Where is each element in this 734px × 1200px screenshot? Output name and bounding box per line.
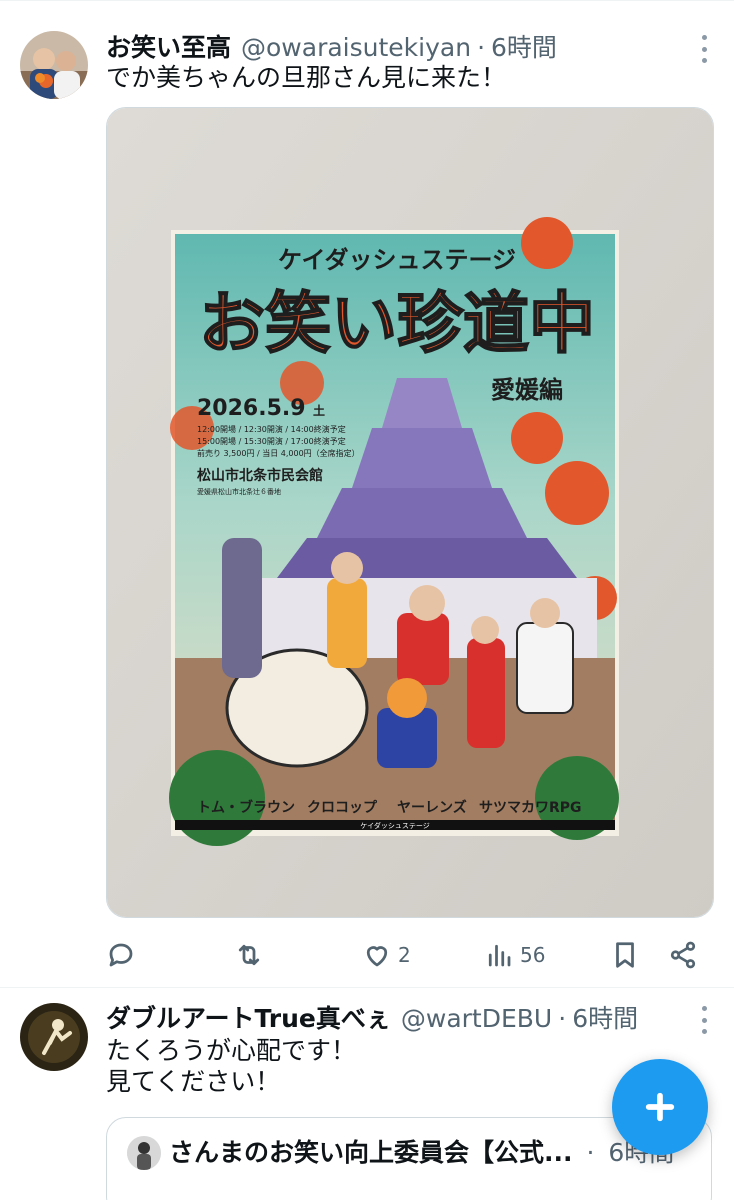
poster-address: 愛媛県松山市北条辻６番地 [197,487,281,496]
poster-edition: 愛媛編 [491,375,563,404]
timestamp[interactable]: 6時間 [491,28,557,64]
tweet-text-line: たくろうが心配です！ [106,1036,357,1065]
quote-avatar [127,1136,161,1170]
views-button[interactable]: 56 [484,935,545,975]
tweet-text: でか美ちゃんの旦那さん見に来た！ [106,63,507,92]
poster-date: 2026.5.9 [197,396,306,421]
timestamp[interactable]: 6時間 [572,999,638,1035]
like-count: 2 [398,943,411,967]
reply-icon [109,943,133,967]
poster-venue: 松山市北条市民会館 [197,467,323,484]
tweet-text: たくろうが心配です！ 見てください！ [106,1035,704,1097]
tweet-media-image[interactable]: ケイダッシュステージ お笑い珍道中 愛媛編 2026.5.9 土 12:00開場… [106,107,714,918]
bookmark-button[interactable] [610,935,640,975]
retweet-icon [238,944,260,966]
poster-weekday: 土 [313,403,325,418]
compose-button[interactable] [612,1059,708,1155]
view-count: 56 [520,943,546,967]
quote-header: さんまのお笑い向上委員会【公式... · 6時間 [169,1136,699,1170]
views-icon [488,944,511,967]
like-button[interactable]: 2 [362,935,411,975]
share-icon [670,941,696,969]
poster-footer: ケイダッシュステージ [360,821,429,830]
author-name[interactable]: お笑い至高 [106,28,231,64]
compose-plus-icon [645,1092,675,1122]
tweet-header: お笑い至高 @owaraisutekiyan · 6時間 [106,28,674,64]
avatar-image [20,31,88,99]
author-handle[interactable]: @wartDEBU [401,1004,552,1033]
poster-performer: サツマカワRPG [479,800,582,816]
share-button[interactable] [668,935,698,975]
like-icon [366,946,388,967]
separator-dot: · [586,1138,595,1167]
avatar[interactable] [20,31,88,99]
poster-show2: 15:00開場 / 15:30開演 / 17:00終演予定 [197,436,346,446]
poster-title: お笑い珍道中 [199,285,595,362]
poster-subtitle: ケイダッシュステージ [278,246,516,274]
poster-photo: ケイダッシュステージ お笑い珍道中 愛媛編 2026.5.9 土 12:00開場… [107,108,713,917]
author-handle[interactable]: @owaraisutekiyan [241,33,471,62]
author-name[interactable]: ダブルアートTrue真べぇ [106,999,391,1035]
poster-price: 前売り 3,500円 / 当日 4,000円（全席指定） [197,448,360,458]
reply-button[interactable] [106,935,142,975]
retweet-button[interactable] [234,935,270,975]
more-icon[interactable] [698,1006,710,1034]
poster-performer: トム・ブラウン [197,799,295,816]
poster-performer: クロコップ [307,800,378,816]
bookmark-icon [616,942,634,968]
poster-performer: ヤーレンズ [397,799,467,816]
tweet-header: ダブルアートTrue真べぇ @wartDEBU · 6時間 [106,999,674,1035]
separator-dot: · [558,1004,567,1033]
tweet-actions: 2 56 [106,935,706,975]
avatar-image [20,1003,88,1071]
quote-author-name: さんまのお笑い向上委員会【公式... [169,1138,573,1167]
more-icon[interactable] [698,35,710,63]
tweet[interactable]: お笑い至高 @owaraisutekiyan · 6時間 でか美ちゃんの旦那さん… [0,0,734,988]
separator-dot: · [477,33,486,62]
poster-show1: 12:00開場 / 12:30開演 / 14:00終演予定 [197,424,346,434]
avatar[interactable] [20,1003,88,1071]
